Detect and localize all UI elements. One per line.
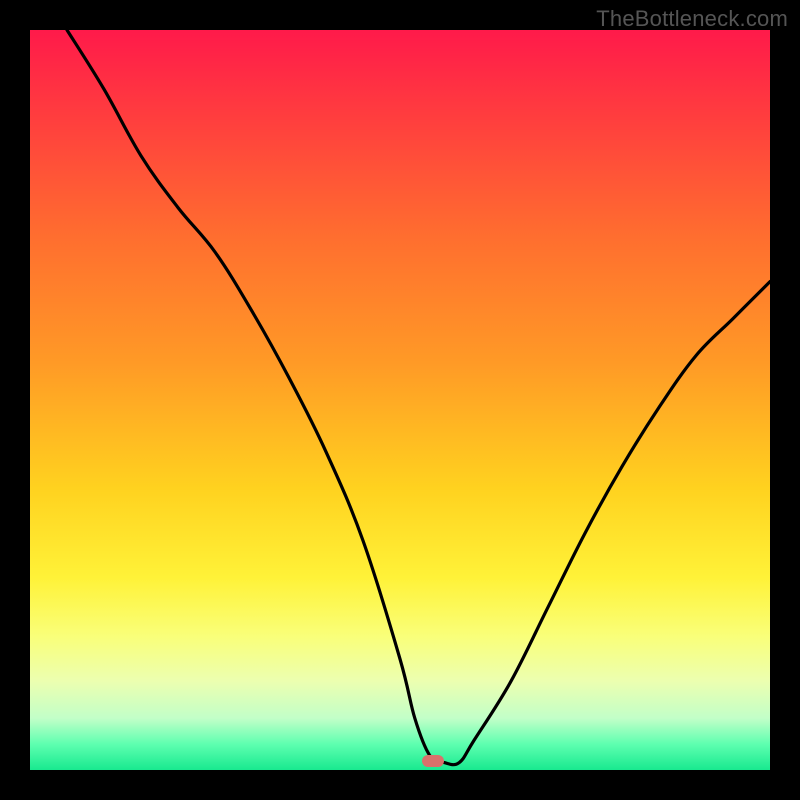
plot-area (30, 30, 770, 770)
watermark-text: TheBottleneck.com (596, 6, 788, 32)
chart-stage: TheBottleneck.com (0, 0, 800, 800)
bottleneck-curve (30, 30, 770, 770)
optimum-marker (422, 755, 444, 767)
